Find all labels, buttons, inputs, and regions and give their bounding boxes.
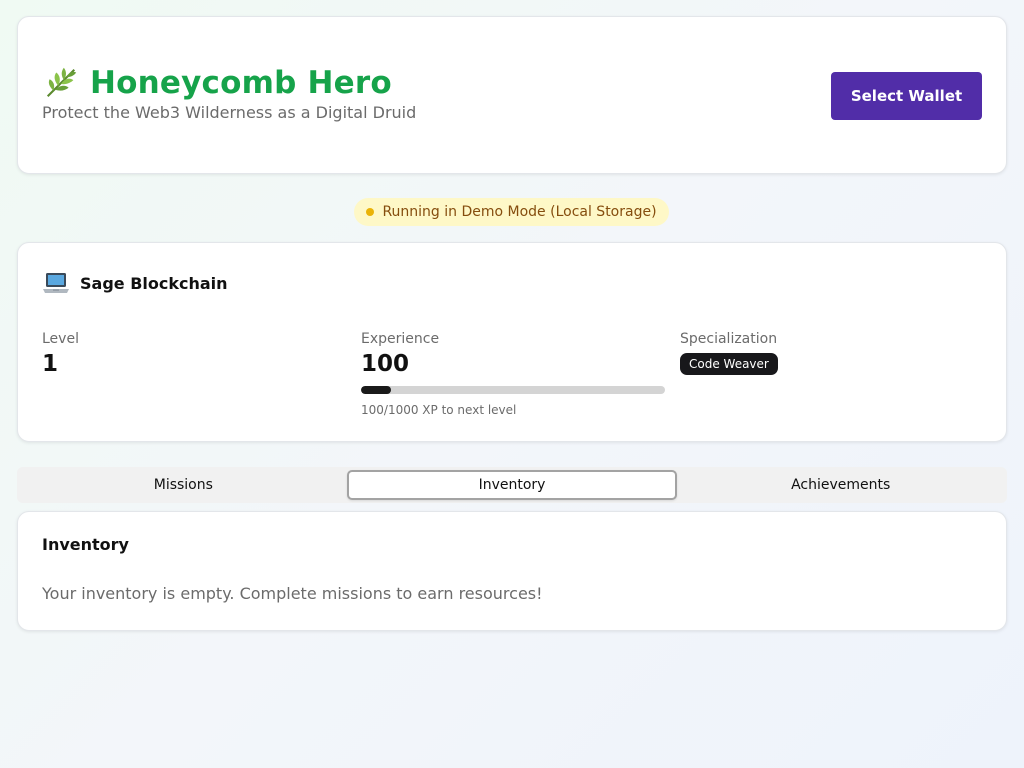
experience-value: 100 xyxy=(361,351,410,377)
inventory-empty-message: Your inventory is empty. Complete missio… xyxy=(42,584,543,603)
header-card: Honeycomb Hero Protect the Web3 Wilderne… xyxy=(17,16,1007,174)
level-stat: Level 1 xyxy=(42,331,79,377)
status-dot-icon xyxy=(366,208,375,216)
inventory-panel: Inventory Your inventory is empty. Compl… xyxy=(17,511,1007,631)
app-subtitle: Protect the Web3 Wilderness as a Digital… xyxy=(42,103,417,122)
profile-header: Sage Blockchain xyxy=(42,271,228,295)
tab-missions[interactable]: Missions xyxy=(20,470,347,500)
inventory-title: Inventory xyxy=(42,535,129,554)
experience-label: Experience xyxy=(361,331,440,347)
xp-progress-fill xyxy=(361,386,392,394)
app-title-text: Honeycomb Hero xyxy=(90,65,392,101)
tab-bar: Missions Inventory Achievements xyxy=(17,467,1007,503)
leaf-icon xyxy=(46,67,77,98)
xp-progress-bar xyxy=(361,386,665,394)
select-wallet-button[interactable]: Select Wallet xyxy=(831,72,982,120)
demo-mode-text: Running in Demo Mode (Local Storage) xyxy=(382,204,657,220)
level-label: Level xyxy=(42,331,79,347)
specialization-label: Specialization xyxy=(680,331,778,347)
app-title: Honeycomb Hero xyxy=(42,64,392,102)
experience-stat: Experience 100 100/1000 XP to next level xyxy=(361,331,665,417)
specialization-stat: Specialization Code Weaver xyxy=(680,331,778,375)
tab-inventory[interactable]: Inventory xyxy=(346,470,678,500)
laptop-icon xyxy=(43,273,69,293)
tab-achievements[interactable]: Achievements xyxy=(677,470,1004,500)
profile-name: Sage Blockchain xyxy=(80,273,228,293)
demo-mode-badge: Running in Demo Mode (Local Storage) xyxy=(354,198,669,226)
profile-card: Sage Blockchain Level 1 Experience 100 1… xyxy=(17,242,1007,442)
specialization-badge: Code Weaver xyxy=(680,353,778,375)
xp-caption: 100/1000 XP to next level xyxy=(361,403,517,417)
level-value: 1 xyxy=(42,351,59,377)
